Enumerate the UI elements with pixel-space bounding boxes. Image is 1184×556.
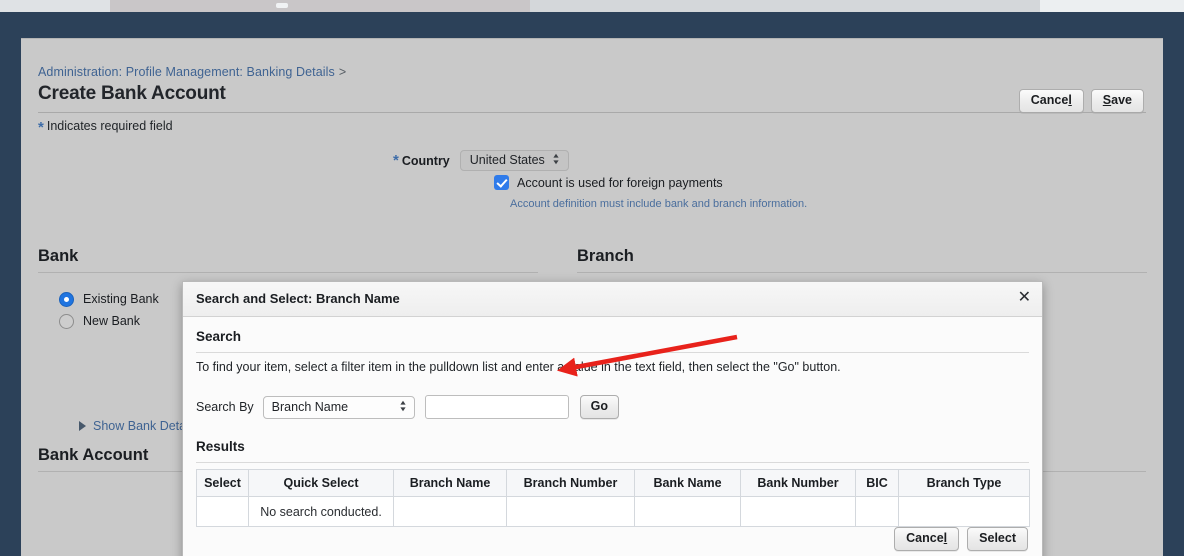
save-button[interactable]: Save bbox=[1090, 89, 1144, 113]
foreign-payments-checkbox[interactable] bbox=[494, 175, 509, 190]
disclosure-triangle-right-icon bbox=[79, 421, 86, 431]
country-select-value: United States bbox=[469, 153, 545, 167]
dialog-footer-buttons: Cancel Select bbox=[894, 527, 1028, 551]
col-quick-select: Quick Select bbox=[248, 469, 394, 497]
cell-quick-select: No search conducted. bbox=[248, 496, 394, 527]
search-by-row: Search By Branch Name Go bbox=[196, 395, 620, 419]
browser-chrome-strip bbox=[0, 0, 1184, 12]
col-branch-number: Branch Number bbox=[506, 469, 635, 497]
cell-bic bbox=[855, 496, 899, 527]
dialog-select-button[interactable]: Select bbox=[967, 527, 1028, 551]
dialog-results-divider bbox=[196, 462, 1029, 463]
select-chevron-updown-icon bbox=[553, 153, 560, 167]
dialog-body: Search To find your item, select a filte… bbox=[183, 317, 1042, 556]
required-asterisk-icon: * bbox=[38, 119, 44, 136]
dialog-title: Search and Select: Branch Name bbox=[196, 291, 400, 306]
col-bic: BIC bbox=[855, 469, 899, 497]
search-by-select-value: Branch Name bbox=[271, 399, 349, 414]
branch-section-heading: Branch bbox=[577, 247, 634, 265]
cell-branch-number bbox=[506, 496, 635, 527]
cell-branch-name bbox=[393, 496, 507, 527]
title-divider bbox=[38, 112, 1146, 113]
col-select: Select bbox=[196, 469, 249, 497]
cancel-button-label: Cance bbox=[1030, 93, 1069, 107]
cancel-button[interactable]: Cancel bbox=[1018, 89, 1084, 113]
close-icon[interactable]: ✕ bbox=[1018, 289, 1031, 305]
branch-section-divider bbox=[577, 272, 1147, 273]
table-row: No search conducted. bbox=[196, 496, 1030, 527]
save-button-accel: S bbox=[1102, 93, 1112, 107]
bank-radio-new[interactable]: New Bank bbox=[59, 310, 159, 332]
country-label: Country bbox=[401, 153, 450, 168]
dialog-search-heading: Search bbox=[196, 329, 242, 344]
bank-radio-existing-label: Existing Bank bbox=[83, 292, 159, 306]
col-branch-type: Branch Type bbox=[898, 469, 1030, 497]
cell-branch-type bbox=[898, 496, 1030, 527]
save-button-label: ave bbox=[1111, 93, 1132, 107]
search-by-label: Search By bbox=[196, 400, 254, 414]
dialog-search-divider bbox=[196, 352, 1029, 353]
radio-selected-icon[interactable] bbox=[59, 291, 74, 307]
country-select[interactable]: United States bbox=[459, 150, 569, 171]
dialog-cancel-button[interactable]: Cancel bbox=[894, 527, 960, 551]
go-button[interactable]: Go bbox=[579, 395, 620, 419]
results-table: Select Quick Select Branch Name Branch N… bbox=[196, 469, 1030, 527]
page-title: Create Bank Account bbox=[38, 83, 226, 104]
dialog-titlebar: Search and Select: Branch Name ✕ bbox=[183, 282, 1042, 317]
breadcrumb[interactable]: Administration: Profile Management: Bank… bbox=[38, 65, 346, 79]
dialog-search-instructions: To find your item, select a filter item … bbox=[196, 360, 841, 374]
show-bank-details-disclosure[interactable]: Show Bank Details bbox=[79, 419, 198, 433]
radio-unselected-icon[interactable] bbox=[59, 313, 74, 329]
breadcrumb-separator: > bbox=[338, 65, 347, 79]
bank-radio-existing[interactable]: Existing Bank bbox=[59, 288, 159, 310]
page-content-area: Administration: Profile Management: Bank… bbox=[21, 38, 1163, 556]
dialog-cancel-accel: l bbox=[943, 531, 948, 545]
browser-tab-strip-b bbox=[110, 0, 530, 12]
cell-bank-number bbox=[740, 496, 856, 527]
required-field-note: * Indicates required field bbox=[38, 119, 173, 136]
foreign-payments-row: Account is used for foreign payments bbox=[494, 175, 723, 190]
bank-section-heading: Bank bbox=[38, 247, 79, 265]
col-bank-name: Bank Name bbox=[634, 469, 741, 497]
dialog-results-heading: Results bbox=[196, 439, 245, 454]
foreign-payments-hint: Account definition must include bank and… bbox=[510, 198, 808, 210]
cancel-button-accel: l bbox=[1068, 93, 1072, 107]
browser-tab-strip-c bbox=[530, 0, 1040, 12]
select-chevron-updown-icon bbox=[399, 400, 406, 414]
page-top-divider bbox=[21, 38, 1163, 39]
col-branch-name: Branch Name bbox=[393, 469, 507, 497]
col-bank-number: Bank Number bbox=[740, 469, 856, 497]
browser-tab-strip-a bbox=[0, 0, 110, 12]
app-frame: Administration: Profile Management: Bank… bbox=[0, 12, 1184, 556]
search-input[interactable] bbox=[424, 395, 569, 419]
required-note-label: Indicates required field bbox=[46, 119, 173, 133]
header-action-buttons: Cancel Save bbox=[1018, 89, 1144, 113]
search-by-select[interactable]: Branch Name bbox=[262, 395, 415, 419]
table-header-row: Select Quick Select Branch Name Branch N… bbox=[196, 469, 1030, 497]
bank-account-section-heading: Bank Account bbox=[38, 446, 149, 464]
country-required-asterisk-icon: * bbox=[393, 152, 399, 169]
dialog-cancel-label: Cance bbox=[906, 531, 944, 545]
cell-bank-name bbox=[634, 496, 741, 527]
browser-tab-strip-d bbox=[1040, 0, 1184, 12]
breadcrumb-path[interactable]: Administration: Profile Management: Bank… bbox=[38, 65, 335, 79]
cell-select bbox=[196, 496, 249, 527]
bank-radio-group: Existing Bank New Bank bbox=[59, 288, 159, 332]
browser-tab-dots bbox=[276, 3, 288, 8]
search-and-select-dialog: Search and Select: Branch Name ✕ Search … bbox=[182, 281, 1043, 556]
bank-section-divider bbox=[38, 272, 538, 273]
country-field-row: * Country United States bbox=[393, 150, 569, 171]
bank-radio-new-label: New Bank bbox=[83, 314, 140, 328]
foreign-payments-label: Account is used for foreign payments bbox=[517, 175, 723, 190]
